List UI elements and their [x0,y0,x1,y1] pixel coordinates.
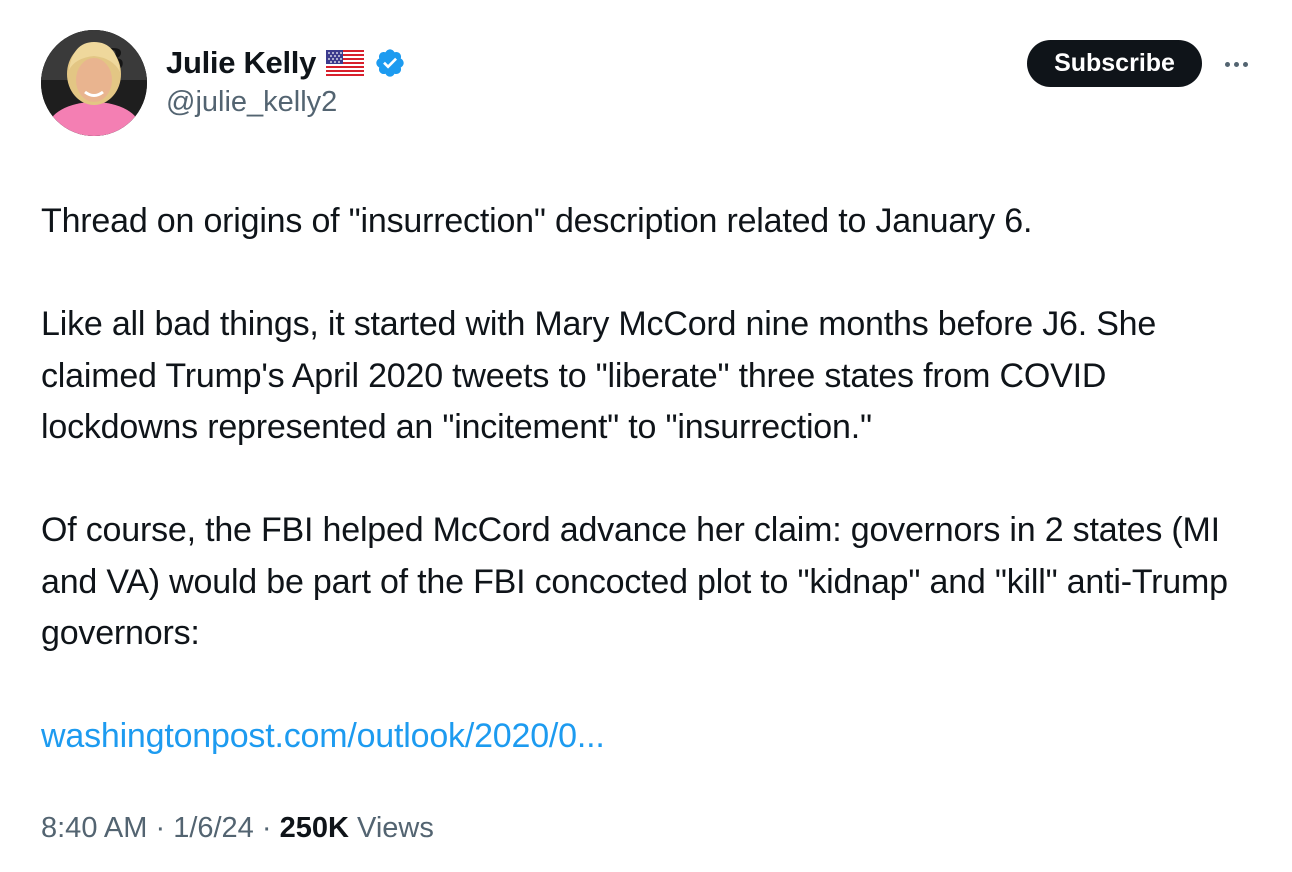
meta-separator: · [253,812,280,844]
tweet-time[interactable]: 8:40 AM [41,812,147,845]
avatar-image: B [41,30,147,136]
more-dot [1224,61,1230,67]
tweet-paragraph-1: Thread on origins of "insurrection" desc… [41,202,1033,240]
author-name-row: Julie Kelly [166,42,406,84]
author-handle[interactable]: @julie_kelly2 [166,86,337,119]
tweet-paragraph-2: Like all bad things, it started with Mar… [41,305,1157,446]
views-count[interactable]: 250K [280,812,349,845]
tweet-body: Thread on origins of "insurrection" desc… [41,196,1261,763]
more-dot [1242,61,1248,67]
verified-badge-icon[interactable] [374,47,406,79]
more-horizontal-icon[interactable] [1218,50,1254,78]
views-label: Views [348,812,434,844]
meta-separator: · [147,812,174,844]
subscribe-button[interactable]: Subscribe [1027,40,1202,87]
more-dot [1233,61,1239,67]
us-flag-icon [326,50,365,76]
author-display-name[interactable]: Julie Kelly [166,45,316,81]
tweet-date[interactable]: 1/6/24 [173,812,254,845]
tweet: B Julie Kelly [0,0,1292,872]
tweet-meta: 8:40 AM · 1/6/24 · 250K Views [41,812,434,845]
avatar[interactable]: B [41,30,147,136]
tweet-paragraph-3: Of course, the FBI helped McCord advance… [41,511,1228,652]
article-link[interactable]: washingtonpost.com/outlook/2020/0... [41,717,605,755]
